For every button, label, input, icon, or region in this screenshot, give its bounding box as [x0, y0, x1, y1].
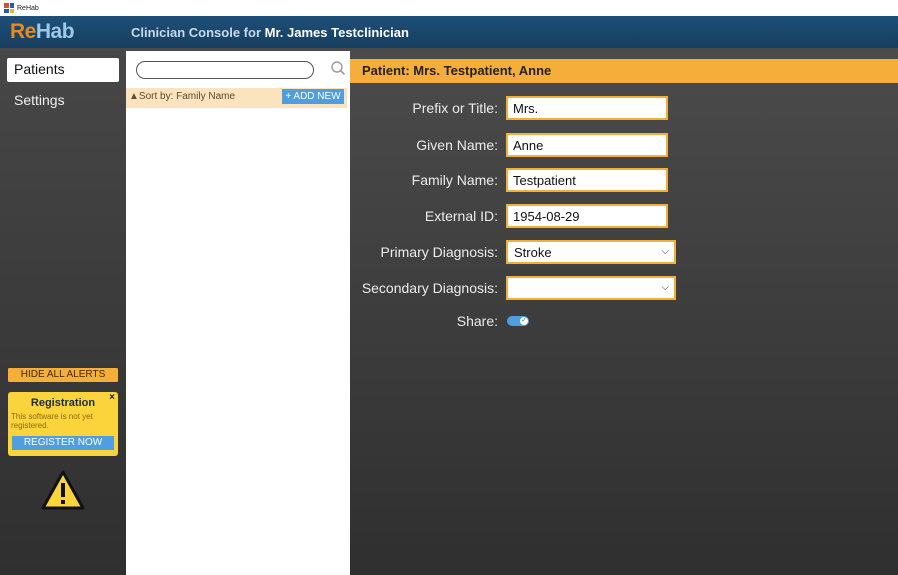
external-id-row: External ID: [350, 204, 898, 228]
warning-icon [41, 470, 85, 510]
left-nav: Patients Settings HIDE ALL ALERTS × Regi… [0, 51, 126, 575]
secondary-diagnosis-label: Secondary Diagnosis: [361, 280, 498, 296]
secondary-diagnosis-select[interactable]: ⌵ [506, 276, 676, 300]
family-name-row: Family Name: [350, 168, 898, 192]
clinician-name: Mr. James Testclinician [264, 25, 409, 40]
share-label: Share: [456, 313, 498, 329]
external-id-label: External ID: [424, 208, 498, 224]
chevron-down-icon: ⌵ [661, 282, 669, 293]
share-row: Share: ✓ [350, 309, 898, 333]
prefix-field[interactable] [506, 96, 668, 120]
sort-bar: ▲Sort by: Family Name + ADD NEW [126, 88, 347, 108]
nav-item-patients[interactable]: Patients [7, 58, 119, 82]
primary-diagnosis-row: Primary Diagnosis: Stroke ⌵ [350, 240, 898, 264]
add-new-patient-button[interactable]: + ADD NEW [282, 89, 344, 104]
nav-item-settings[interactable]: Settings [7, 89, 119, 113]
family-name-label: Family Name: [411, 172, 498, 188]
primary-diagnosis-select[interactable]: Stroke ⌵ [506, 240, 676, 264]
prefix-row: Prefix or Title: [350, 96, 898, 120]
primary-diagnosis-value: Stroke [514, 245, 552, 260]
register-now-button[interactable]: REGISTER NOW [12, 436, 114, 450]
registration-title: Registration [30, 397, 96, 409]
prefix-label: Prefix or Title: [412, 100, 498, 116]
window-titlebar: ReHab [0, 0, 898, 16]
search-icon[interactable] [330, 60, 346, 76]
patient-search-input[interactable] [136, 61, 314, 79]
patient-header: Patient: Mrs. Testpatient, Anne [350, 59, 898, 83]
given-name-field[interactable] [506, 133, 668, 157]
rehab-logo: ReHab [10, 20, 75, 43]
external-id-field[interactable] [506, 204, 668, 228]
window-title: ReHab [17, 4, 39, 12]
primary-diagnosis-label: Primary Diagnosis: [380, 244, 498, 260]
registration-alert: × Registration This software is not yet … [8, 392, 118, 456]
given-name-row: Given Name: [350, 133, 898, 157]
registration-text: This software is not yet registered. [11, 412, 93, 430]
patient-detail-panel: Patient: Mrs. Testpatient, Anne Prefix o… [350, 51, 898, 575]
chevron-down-icon: ⌵ [661, 246, 669, 257]
console-title: Clinician Console for Mr. James Testclin… [131, 25, 409, 40]
family-name-field[interactable] [506, 168, 668, 192]
secondary-diagnosis-row: Secondary Diagnosis: ⌵ [350, 276, 898, 300]
share-toggle[interactable]: ✓ [507, 316, 529, 326]
check-icon: ✓ [520, 317, 528, 325]
hide-all-alerts-button[interactable]: HIDE ALL ALERTS [8, 368, 118, 382]
given-name-label: Given Name: [416, 137, 498, 153]
patient-list-panel: ▲Sort by: Family Name + ADD NEW [126, 51, 347, 537]
sort-by-family-name[interactable]: ▲Sort by: Family Name [129, 91, 235, 102]
app-icon [4, 3, 14, 13]
app-header: ReHab Clinician Console for Mr. James Te… [0, 16, 898, 51]
